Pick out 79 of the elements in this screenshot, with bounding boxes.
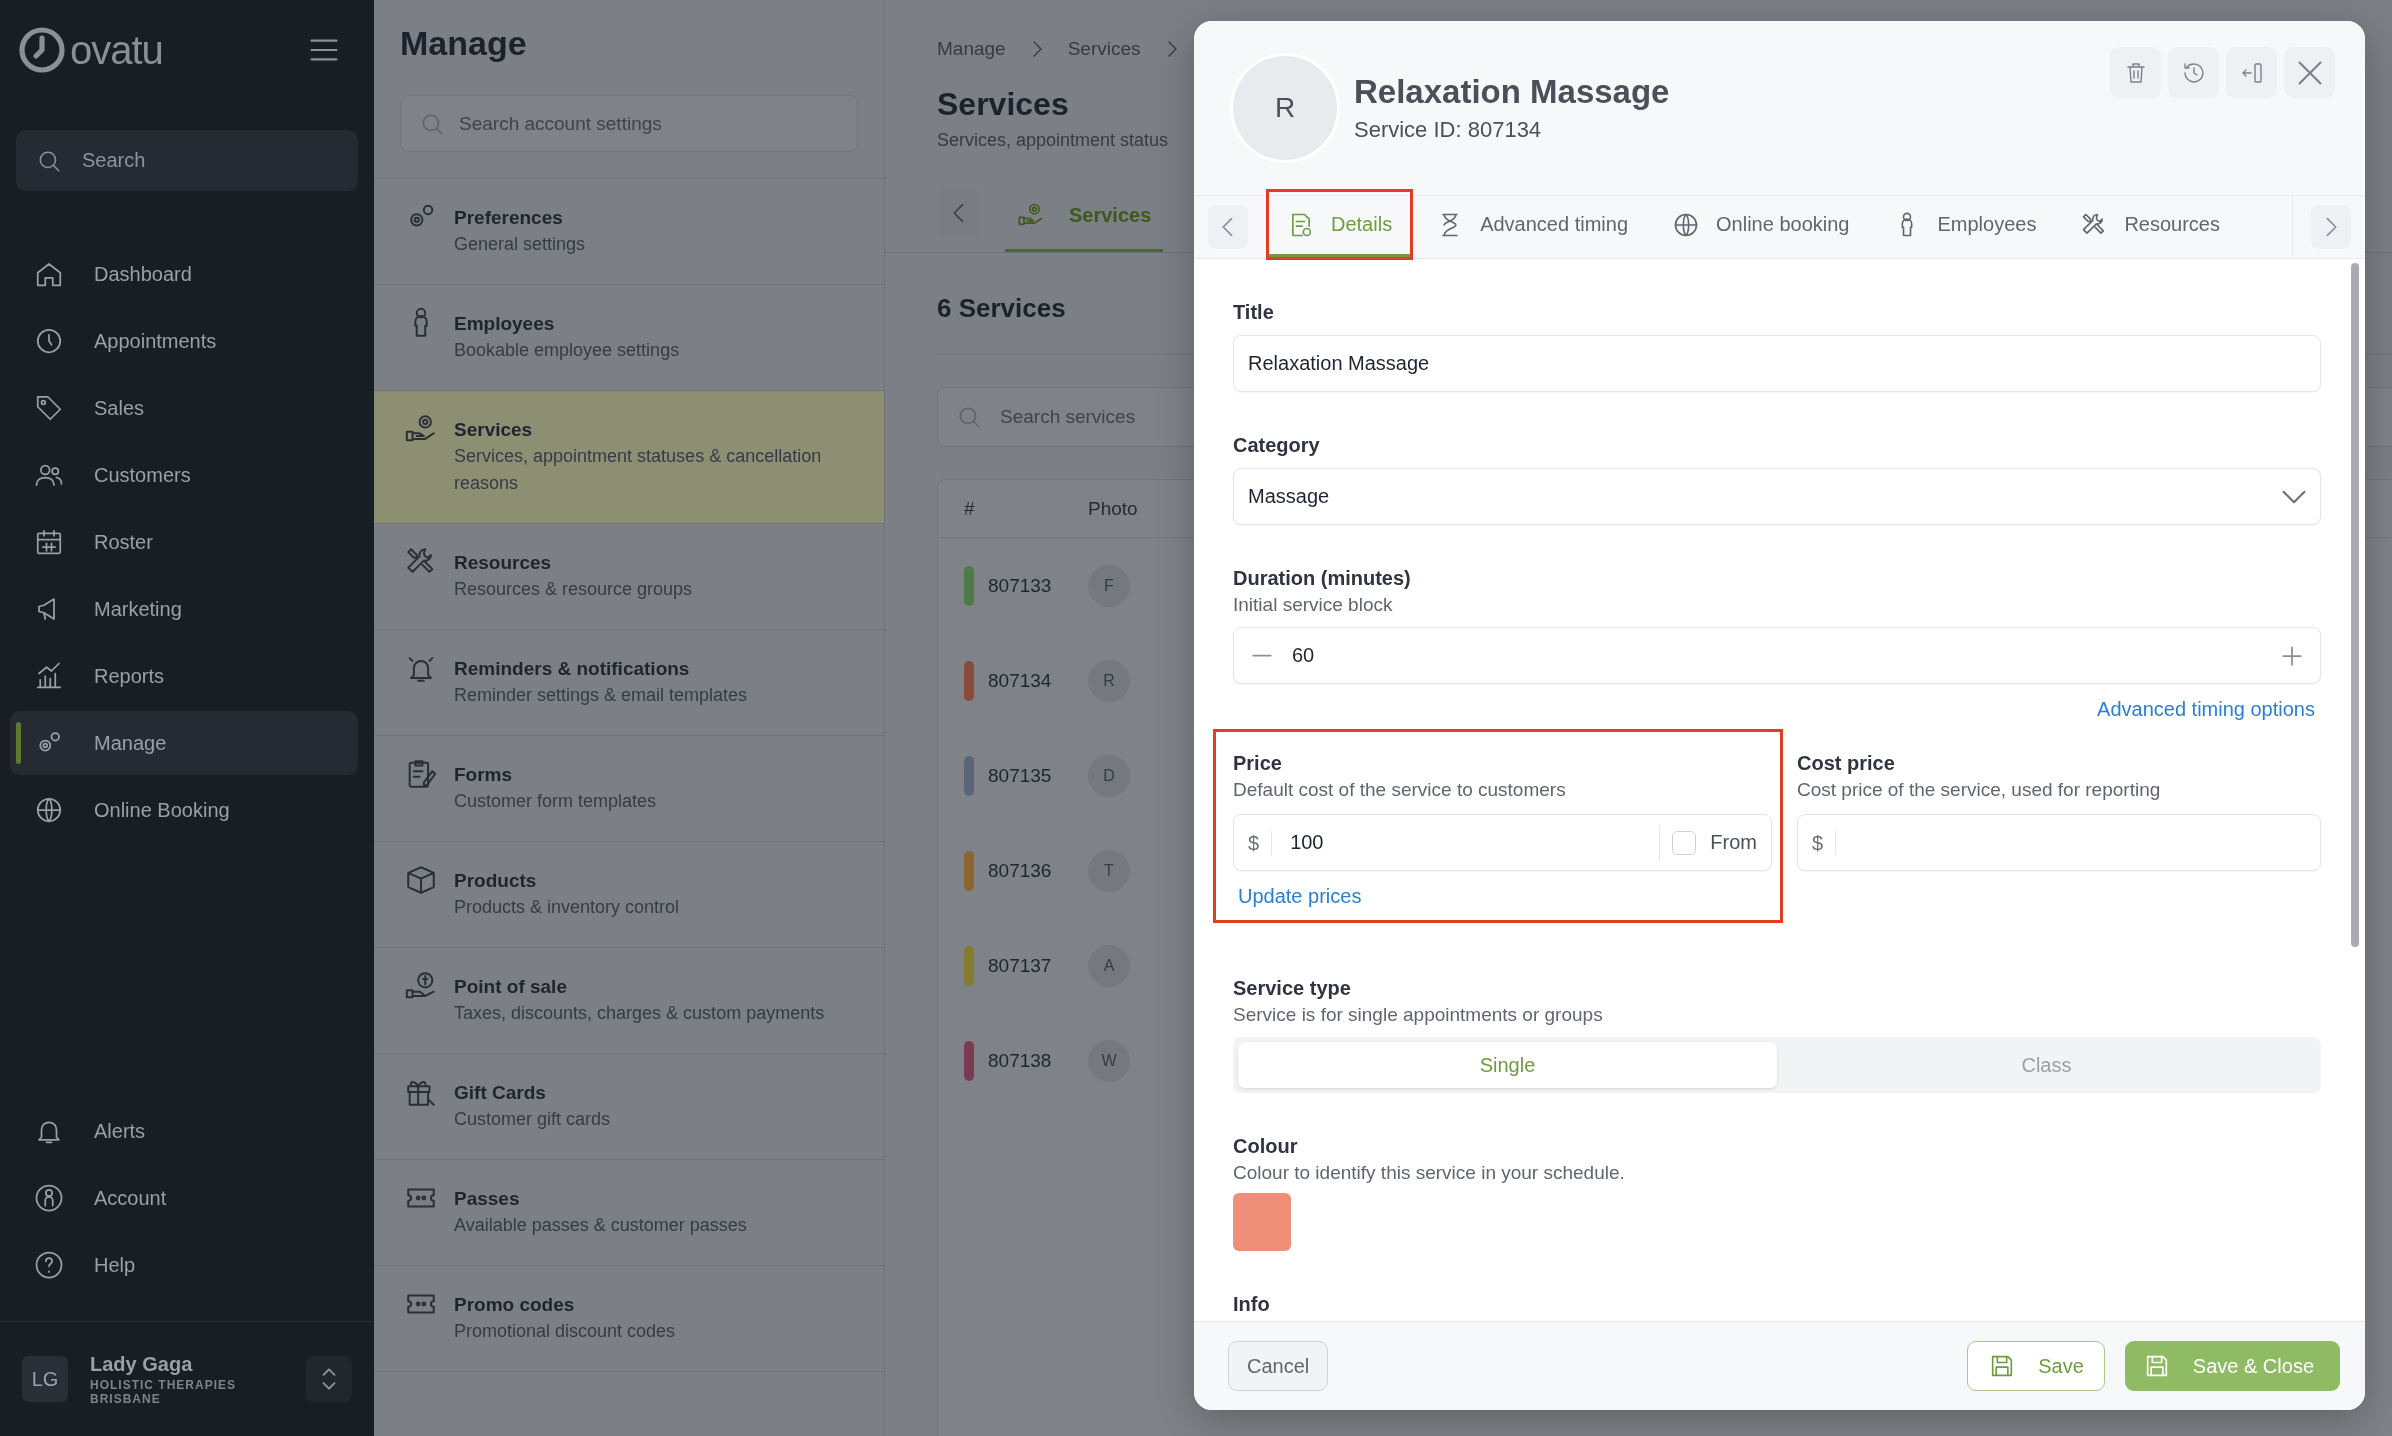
service-id: Service ID: 807134 xyxy=(1354,117,1543,143)
field-label: Duration (minutes) xyxy=(1233,566,1412,591)
nav-item[interactable]: Marketing xyxy=(10,577,358,641)
settings-item[interactable]: Preferences General settings xyxy=(374,179,884,285)
settings-item[interactable]: Reminders & notifications Reminder settings & email templates xyxy=(374,630,884,736)
input-field[interactable]: Relaxation Massage xyxy=(1233,335,2321,392)
nav-item[interactable]: Online Booking xyxy=(10,778,358,842)
avatar[interactable]: LG xyxy=(22,1356,68,1402)
nav-item[interactable]: Dashboard xyxy=(10,242,358,306)
settings-item[interactable]: Products Products & inventory control xyxy=(374,842,884,948)
table-cell: 807138 xyxy=(988,1049,1052,1072)
nav-item[interactable]: Manage xyxy=(10,711,358,775)
number-stepper[interactable]: 60 xyxy=(1233,627,2321,684)
breadcrumb-link[interactable]: Services xyxy=(1067,38,1141,60)
link[interactable]: Advanced timing options xyxy=(2097,698,2315,721)
nav-item[interactable]: Roster xyxy=(10,510,358,574)
page-subtitle: Services, appointment status xyxy=(937,130,1169,151)
avatar: R xyxy=(1230,53,1340,163)
settings-item[interactable]: Forms Customer form templates xyxy=(374,736,884,842)
settings-item[interactable]: Gift Cards Customer gift cards xyxy=(374,1054,884,1160)
nav-item[interactable]: Customers xyxy=(10,443,358,507)
field-label: Colour xyxy=(1233,1134,1299,1159)
input-field[interactable]: $ xyxy=(1797,814,2321,871)
dialog-title: Relaxation Massage xyxy=(1354,73,1670,111)
field-label: Cost price xyxy=(1797,751,1896,776)
search-field[interactable]: Search account settings xyxy=(400,95,858,152)
breadcrumb-link[interactable]: Manage xyxy=(937,38,1006,60)
logo[interactable]: ovatu xyxy=(18,26,163,74)
tab[interactable]: Advanced timing xyxy=(1415,189,1649,260)
input-field[interactable]: $ 100 From xyxy=(1233,814,1772,871)
table-cell: 807135 xyxy=(988,764,1052,787)
field-label: Info xyxy=(1233,1292,1271,1317)
field-label: Price xyxy=(1233,751,1283,776)
nav-item[interactable]: Appointments xyxy=(10,309,358,373)
user-name: Lady Gaga xyxy=(90,1352,194,1376)
field-label: Category xyxy=(1233,433,1321,458)
page-title: Services xyxy=(937,85,1069,124)
settings-item[interactable]: Passes Available passes & customer passes xyxy=(374,1160,884,1266)
table-cell: 807133 xyxy=(988,574,1052,597)
table-cell: 807136 xyxy=(988,859,1052,882)
field-label: Title xyxy=(1233,300,1275,325)
link[interactable]: Update prices xyxy=(1238,885,1362,907)
settings-item[interactable]: Services Services, appointment statuses & cancellation reasons xyxy=(374,391,884,524)
nav-item[interactable]: Alerts xyxy=(10,1099,358,1163)
cancel-button[interactable]: Cancel xyxy=(1228,1341,1329,1391)
settings-item[interactable]: Promo codes Promotional discount codes xyxy=(374,1266,884,1372)
nav-item[interactable]: Help xyxy=(10,1233,358,1297)
column-header: # xyxy=(963,497,976,520)
tab[interactable]: Online booking xyxy=(1651,189,1871,260)
avatar: R xyxy=(1088,659,1130,702)
nav-item[interactable]: Sales xyxy=(10,376,358,440)
segment-option[interactable]: Single xyxy=(1238,1042,1777,1088)
avatar: F xyxy=(1088,564,1130,607)
column-header: Photo xyxy=(1088,497,1138,520)
field-hint: Default cost of the service to customers xyxy=(1233,778,1567,802)
avatar: A xyxy=(1088,944,1130,987)
settings-item[interactable]: Resources Resources & resource groups xyxy=(374,524,884,630)
table-cell: 807134 xyxy=(988,669,1052,692)
business-name: HOLISTIC THERAPIES BRISBANE xyxy=(90,1377,237,1406)
avatar: W xyxy=(1088,1039,1130,1082)
nav-item[interactable]: Reports xyxy=(10,644,358,708)
field-hint: Cost price of the service, used for reporting xyxy=(1797,778,2162,802)
field-hint: Initial service block xyxy=(1233,593,1394,617)
tab[interactable]: Resources xyxy=(2059,189,2241,260)
table-cell: 807137 xyxy=(988,954,1052,977)
checkbox-label: From xyxy=(1710,831,1757,854)
field-label: Service type xyxy=(1233,976,1352,1001)
tab[interactable]: Employees xyxy=(1872,189,2058,260)
dropdown[interactable]: Massage xyxy=(1233,468,2321,525)
search-field[interactable]: Search xyxy=(16,130,358,191)
tab[interactable]: Details xyxy=(1266,189,1414,260)
nav-item[interactable]: Account xyxy=(10,1166,358,1230)
page-title: Manage xyxy=(399,23,528,64)
save-button[interactable]: Save xyxy=(1967,1341,2105,1391)
settings-item[interactable]: Point of sale Taxes, discounts, charges & custom payments xyxy=(374,948,884,1054)
avatar: D xyxy=(1088,754,1130,797)
field-hint: Service is for single appointments or groups xyxy=(1233,1003,1604,1027)
field-hint: Colour to identify this service in your schedule. xyxy=(1233,1161,1626,1185)
avatar: T xyxy=(1088,849,1130,892)
